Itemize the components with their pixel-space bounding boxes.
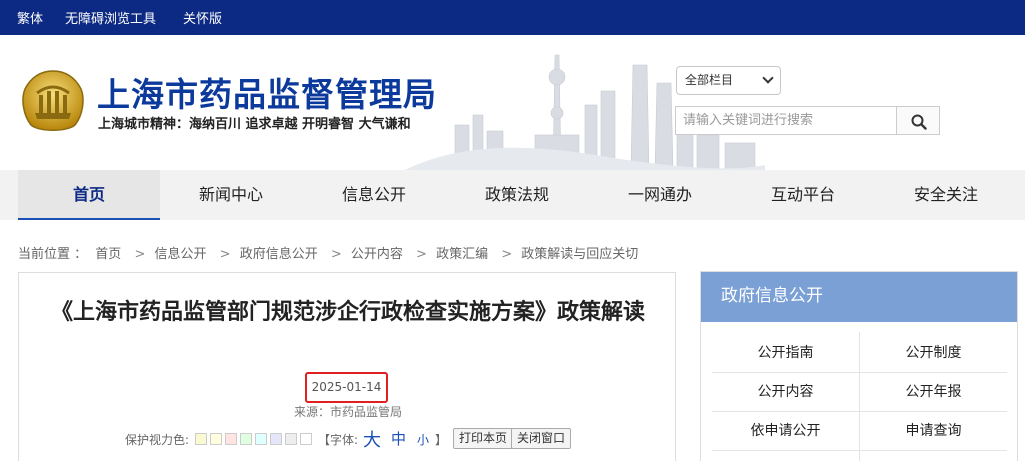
- eye-care-swatch[interactable]: [300, 433, 312, 445]
- nav-item-policies[interactable]: 政策法规: [446, 170, 588, 220]
- site-title[interactable]: 上海市药品监督管理局: [97, 68, 437, 116]
- breadcrumb-separator: >: [219, 247, 231, 262]
- article-source: 来源：市药品监管局: [293, 405, 402, 419]
- breadcrumb-separator: >: [416, 247, 427, 262]
- font-small-button[interactable]: 小: [417, 431, 429, 448]
- eye-care-swatch[interactable]: [285, 433, 297, 445]
- sidebar-item-annual-report[interactable]: 公开年报: [860, 373, 1007, 412]
- eye-care-swatch[interactable]: [225, 433, 237, 445]
- care-mode-link[interactable]: 关怀版: [183, 8, 222, 27]
- print-button[interactable]: 打印本页: [453, 428, 514, 449]
- article-title: 《上海市药品监管部门规范涉企行政检查实施方案》政策解读: [50, 300, 645, 325]
- font-size-label: 【字体:: [318, 433, 359, 447]
- nav-item-news[interactable]: 新闻中心: [160, 170, 302, 220]
- breadcrumb-home[interactable]: 首页: [95, 247, 121, 262]
- eye-care-swatch[interactable]: [270, 433, 282, 445]
- breadcrumb-policy-interpretation[interactable]: 政策解读与回应关切: [521, 247, 638, 262]
- sidebar-item-application[interactable]: 依申请公开: [712, 412, 859, 451]
- main-nav: 首页 新闻中心 信息公开 政策法规 一网通办 互动平台 安全关注: [0, 170, 1025, 220]
- search-scope-value: 全部栏目: [685, 73, 734, 87]
- font-large-button[interactable]: 大: [363, 426, 381, 452]
- breadcrumb: 当前位置 ： 首页 > 信息公开 > 政府信息公开 > 公开内容 > 政策汇编 …: [18, 243, 642, 262]
- sidebar-item-guide[interactable]: 公开指南: [712, 334, 859, 373]
- eye-care-swatch[interactable]: [195, 433, 207, 445]
- nav-item-home[interactable]: 首页: [18, 170, 160, 220]
- traditional-chinese-link[interactable]: 繁体: [17, 8, 43, 27]
- breadcrumb-separator: >: [134, 247, 146, 262]
- eye-care-swatch[interactable]: [255, 433, 267, 445]
- article-panel: 《上海市药品监管部门规范涉企行政检查实施方案》政策解读 2025-01-14 来…: [18, 272, 676, 461]
- search-input[interactable]: 请输入关键词进行搜索: [675, 106, 897, 135]
- font-medium-button[interactable]: 中: [391, 428, 406, 449]
- sidebar-item-content[interactable]: 公开内容: [712, 373, 859, 412]
- sidebar-item-query[interactable]: 申请查询: [860, 412, 1007, 451]
- breadcrumb-content[interactable]: 公开内容: [351, 247, 403, 262]
- emblem-icon: [22, 70, 84, 131]
- nav-item-interaction[interactable]: 互动平台: [732, 170, 874, 220]
- sidebar-title: 政府信息公开: [701, 272, 1017, 322]
- search-icon: [911, 114, 927, 130]
- search-button[interactable]: [896, 106, 940, 135]
- site-header: 上海市药品监督管理局 上海城市精神：海纳百川 追求卓越 开明睿智 大气谦和 全部…: [0, 35, 1025, 170]
- nav-item-info-disclosure[interactable]: 信息公开: [303, 170, 445, 220]
- breadcrumb-separator: >: [330, 247, 342, 262]
- search-scope-select[interactable]: 全部栏目: [676, 66, 781, 95]
- article-date: 2025-01-14: [311, 380, 382, 394]
- sidebar-item-system[interactable]: 公开制度: [860, 334, 1007, 373]
- breadcrumb-info-disclosure[interactable]: 信息公开: [154, 247, 206, 262]
- breadcrumb-gov-info[interactable]: 政府信息公开: [240, 247, 318, 262]
- eye-care-swatch[interactable]: [240, 433, 252, 445]
- chevron-down-icon: [762, 72, 774, 84]
- site-slogan: 上海城市精神：海纳百川 追求卓越 开明睿智 大气谦和: [98, 117, 411, 132]
- close-window-button[interactable]: 关闭窗口: [511, 428, 572, 449]
- sidebar-gov-info: 政府信息公开 公开指南 公开制度 公开内容 公开年报 依申请公开 申请查询: [700, 271, 1018, 461]
- skyline-illustration: [405, 54, 765, 170]
- breadcrumb-separator: >: [501, 247, 513, 262]
- nav-item-online-services[interactable]: 一网通办: [589, 170, 731, 220]
- eye-care-label: 保护视力色:: [125, 433, 190, 447]
- eye-care-swatch[interactable]: [210, 433, 222, 445]
- breadcrumb-policy-collection[interactable]: 政策汇编: [436, 247, 488, 262]
- top-bar: 繁体 无障碍浏览工具 关怀版: [0, 0, 1025, 35]
- accessibility-tools-link[interactable]: 无障碍浏览工具: [65, 8, 156, 27]
- font-size-bracket: 】: [435, 433, 448, 447]
- date-highlight-box: 2025-01-14: [305, 372, 388, 403]
- breadcrumb-prefix: 当前位置 ：: [18, 247, 88, 262]
- nav-item-safety[interactable]: 安全关注: [875, 170, 1017, 220]
